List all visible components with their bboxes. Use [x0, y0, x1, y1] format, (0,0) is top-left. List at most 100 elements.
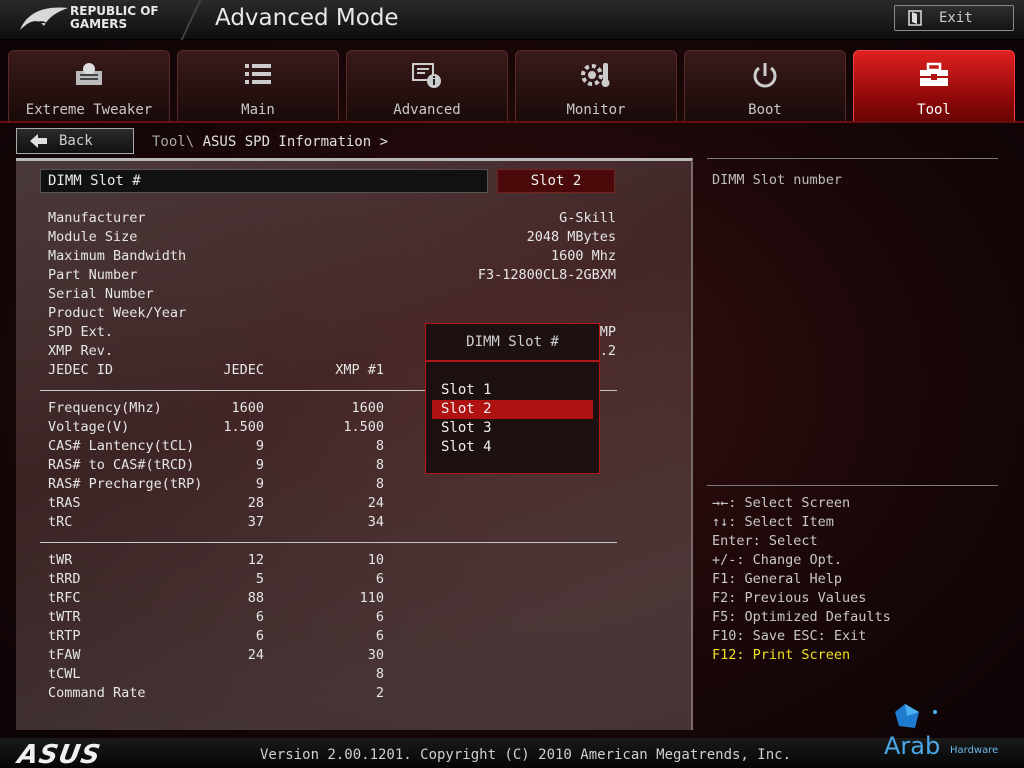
tab-label: Boot — [748, 102, 782, 118]
timing-label: RAS# Precharge(tRP) — [48, 476, 203, 492]
key-hint: Enter: Select — [712, 533, 818, 549]
dimm-slot-selector[interactable]: DIMM Slot # — [40, 169, 488, 193]
key-hint: ↑↓: Select Item — [712, 514, 834, 530]
timing-row: tRRD 5 6 — [48, 571, 616, 590]
xmp-value: 8 — [375, 476, 384, 492]
tabbar-underline — [0, 121, 1024, 123]
info-label: SPD Ext. — [48, 324, 114, 340]
thermometer-gear-icon — [581, 63, 610, 87]
tab-label: Tool — [917, 102, 951, 118]
info-value: 2048 MBytes — [526, 229, 616, 245]
info-row-part-number: Part Number F3-12800CL8-2GBXM — [48, 267, 616, 286]
back-button[interactable]: Back — [16, 128, 134, 154]
jedec-value: 24 — [247, 647, 264, 663]
key-hint: F5: Optimized Defaults — [712, 609, 891, 625]
timing-label: tFAW — [48, 647, 81, 663]
timing-label: tRTP — [48, 628, 81, 644]
xmp-column-header: XMP #1 — [335, 362, 384, 378]
xmp-value: 24 — [367, 495, 384, 511]
help-top-divider — [707, 158, 998, 159]
back-arrow-icon — [30, 134, 47, 148]
section-divider — [40, 542, 617, 543]
page-title: Advanced Mode — [215, 5, 399, 31]
exit-door-icon — [908, 10, 922, 26]
popup-option-slot-3[interactable]: Slot 3 — [432, 419, 593, 438]
xmp-value: 8 — [375, 438, 384, 454]
jedec-value: 9 — [255, 457, 264, 473]
tab-label: Extreme Tweaker — [25, 102, 153, 118]
tab-label: Advanced — [393, 102, 461, 118]
key-hint: F1: General Help — [712, 571, 843, 587]
dimm-slot-value[interactable]: Slot 2 — [497, 169, 615, 193]
timing-row: tRAS 28 24 — [48, 495, 616, 514]
popup-option-slot-1[interactable]: Slot 1 — [432, 381, 593, 400]
jedec-value: 5 — [255, 571, 264, 587]
toolbox-icon — [920, 62, 948, 86]
info-label: XMP Rev. — [48, 343, 114, 359]
xmp-value: 8 — [375, 666, 384, 682]
jedec-column-header: JEDEC — [223, 362, 264, 378]
timing-row: tCWL 8 — [48, 666, 616, 685]
info-row-module-size: Module Size 2048 MBytes — [48, 229, 616, 248]
info-row-product-week-year: Product Week/Year — [48, 305, 616, 324]
timing-row: tRFC 88 110 — [48, 590, 616, 609]
key-hint: F10: Save ESC: Exit — [712, 628, 867, 644]
xmp-value: 30 — [367, 647, 384, 663]
timing-row: tWTR 6 6 — [48, 609, 616, 628]
info-label: Product Week/Year — [48, 305, 187, 321]
exit-button[interactable]: Exit — [894, 5, 1014, 31]
tab-main[interactable]: Main — [177, 50, 339, 122]
breadcrumb-parent[interactable]: Tool\ — [152, 134, 203, 150]
tweaker-icon — [76, 63, 102, 85]
tab-monitor[interactable]: Monitor — [515, 50, 677, 122]
xmp-value: 8 — [375, 457, 384, 473]
jedec-value: 9 — [255, 438, 264, 454]
key-hint: +/-: Change Opt. — [712, 552, 843, 568]
xmp-value: 2 — [375, 685, 384, 701]
rog-eye-logo-icon — [20, 7, 68, 30]
watermark-subtext: Hardware — [950, 745, 999, 756]
jedec-value: 37 — [247, 514, 264, 530]
tab-label: Main — [241, 102, 275, 118]
timing-row: tWR 12 10 — [48, 552, 616, 571]
tab-extreme-tweaker[interactable]: Extreme Tweaker — [8, 50, 170, 122]
advanced-info-icon — [412, 63, 441, 88]
power-icon — [753, 63, 777, 88]
brand-line-2: GAMERS — [70, 17, 128, 31]
jedec-value: 12 — [247, 552, 264, 568]
jedec-value: 28 — [247, 495, 264, 511]
timing-label: CAS# Lantency(tCL) — [48, 438, 195, 454]
xmp-value: 6 — [375, 571, 384, 587]
list-icon — [245, 64, 271, 84]
key-hint-print-screen: F12: Print Screen — [712, 647, 851, 663]
info-label: Part Number — [48, 267, 138, 283]
asus-logo: ASUS — [15, 740, 104, 768]
timing-row: tRTP 6 6 — [48, 628, 616, 647]
tab-label: Monitor — [566, 102, 626, 118]
timing-label: tWTR — [48, 609, 81, 625]
timing-row: tRC 37 34 — [48, 514, 616, 533]
help-description: DIMM Slot number — [712, 172, 843, 188]
timing-label: tRFC — [48, 590, 81, 606]
tab-advanced[interactable]: Advanced — [346, 50, 508, 122]
dimm-slot-popup: DIMM Slot # Slot 1 Slot 2 Slot 3 Slot 4 — [425, 323, 600, 474]
timing-label: Command Rate — [48, 685, 146, 701]
timing-label: Frequency(Mhz) — [48, 400, 162, 416]
xmp-value: 1.500 — [343, 419, 384, 435]
jedec-value: 6 — [255, 628, 264, 644]
key-hint: →←: Select Screen — [712, 495, 851, 511]
info-label: Module Size — [48, 229, 138, 245]
timing-label: tRAS — [48, 495, 81, 511]
tab-boot[interactable]: Boot — [684, 50, 846, 122]
popup-option-slot-2[interactable]: Slot 2 — [432, 400, 593, 419]
timing-row: Command Rate 2 — [48, 685, 616, 704]
xmp-value: 34 — [367, 514, 384, 530]
jedec-value: 9 — [255, 476, 264, 492]
brand-text: REPUBLIC OF GAMERS — [70, 5, 159, 31]
timing-label: tRC — [48, 514, 73, 530]
info-value: 1600 Mhz — [550, 248, 616, 264]
xmp-value: 110 — [359, 590, 384, 606]
info-row-manufacturer: Manufacturer G-Skill — [48, 210, 616, 229]
popup-option-slot-4[interactable]: Slot 4 — [432, 438, 593, 457]
tab-tool[interactable]: Tool — [853, 50, 1015, 122]
